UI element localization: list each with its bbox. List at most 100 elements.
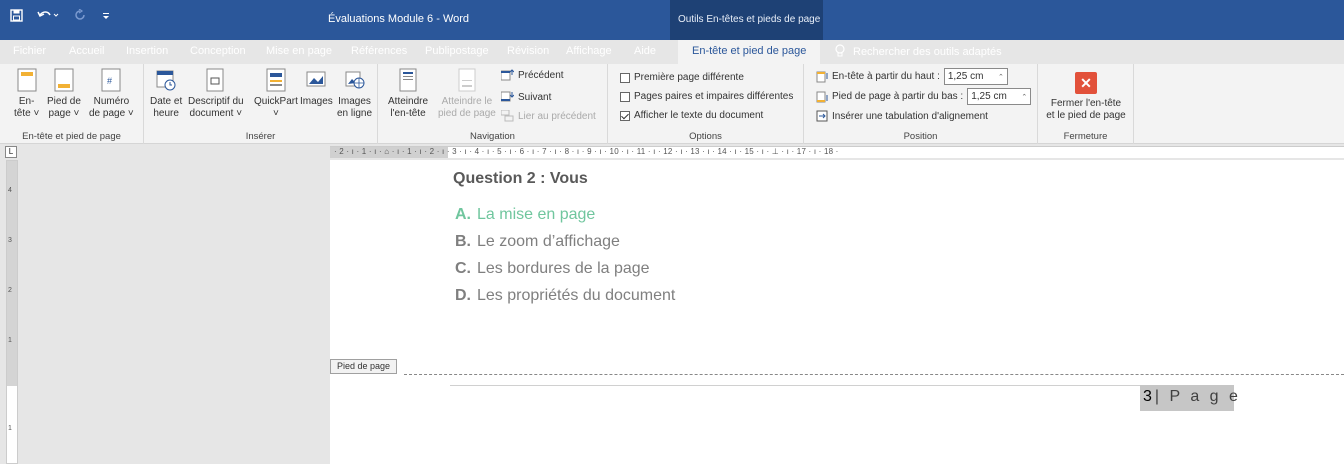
group-header-footer: En- tête ˅ Pied de page ˅ # Numéro de pa…: [0, 64, 144, 144]
online-images-button[interactable]: Images en ligne: [337, 68, 372, 120]
tab-conception[interactable]: Conception: [190, 45, 246, 57]
ribbon: En- tête ˅ Pied de page ˅ # Numéro de pa…: [0, 64, 1344, 144]
header-button[interactable]: En- tête ˅: [14, 68, 39, 120]
next-icon: [501, 91, 514, 102]
quickpart-icon: [266, 68, 286, 92]
tab-selector[interactable]: L: [5, 146, 17, 158]
insert-alignment-tab-button[interactable]: Insérer une tabulation d'alignement: [816, 110, 988, 122]
online-image-icon: [345, 71, 365, 89]
close-icon: ✕: [1075, 72, 1097, 94]
date-time-button[interactable]: Date et heure: [150, 68, 182, 120]
vruler-mark: 1: [8, 337, 12, 344]
redo-icon[interactable]: [73, 8, 87, 25]
contextual-title: Outils En-têtes et pieds de page: [678, 14, 821, 25]
tab-revision[interactable]: Révision: [507, 45, 549, 57]
tab-insertion[interactable]: Insertion: [126, 45, 168, 57]
different-odd-even-checkbox[interactable]: Pages paires et impaires différentes: [620, 91, 793, 102]
group-navigation: Atteindre l'en-tête Atteindre le pied de…: [378, 64, 608, 144]
quickpart-button[interactable]: QuickPart ˅: [254, 68, 298, 120]
group-label-close: Fermeture: [1063, 131, 1108, 142]
document-info-icon: [206, 68, 224, 92]
checkbox-odd-even[interactable]: [620, 91, 630, 102]
page-number-value: 3: [1143, 388, 1155, 405]
tab-aide[interactable]: Aide: [634, 45, 656, 57]
goto-header-button[interactable]: Atteindre l'en-tête: [388, 68, 428, 120]
header-position-icon: [816, 71, 828, 82]
alignment-tab-icon: [816, 110, 828, 122]
quick-access-toolbar: [10, 8, 111, 25]
question-title: Question 2 : Vous: [453, 170, 588, 187]
vertical-ruler-margin: [7, 161, 17, 386]
tab-fichier[interactable]: Fichier: [13, 45, 46, 57]
link-previous-button[interactable]: Lier au précédent: [501, 110, 596, 122]
vruler-mark: 1: [8, 425, 12, 432]
customize-icon[interactable]: [101, 9, 111, 25]
document-page[interactable]: Question 2 : Vous A. La mise en page B. Le…: [330, 160, 1344, 464]
group-label-insert: Insérer: [245, 131, 276, 142]
checkbox-show-text[interactable]: [620, 110, 630, 121]
previous-button[interactable]: Précédent: [501, 69, 564, 81]
next-button[interactable]: Suivant: [501, 91, 551, 103]
header-icon: [17, 68, 37, 92]
image-icon: [306, 71, 326, 87]
tab-publipostage[interactable]: Publipostage: [425, 45, 489, 57]
vruler-mark: 4: [8, 187, 12, 194]
group-close: ✕ Fermer l'en-tête et le pied de page Fe…: [1038, 64, 1134, 144]
list-item: A. La mise en page: [455, 206, 596, 223]
lightbulb-icon: [835, 44, 845, 60]
group-insert: Date et heure Descriptif du document ˅ Q…: [144, 64, 378, 144]
list-item: D. Les propriétés du document: [455, 287, 676, 304]
list-item: B. Le zoom d’affichage: [455, 233, 620, 250]
spinner-arrows-icon[interactable]: ⌃: [1021, 93, 1027, 101]
footer-top-border: [450, 385, 1230, 386]
footer-boundary: [404, 374, 1344, 375]
group-options: Première page différente Pages paires et…: [608, 64, 804, 144]
svg-text:#: #: [107, 76, 112, 86]
document-title: Évaluations Module 6 - Word: [328, 13, 470, 25]
checkbox-different-first[interactable]: [620, 72, 630, 83]
tab-accueil[interactable]: Accueil: [69, 45, 104, 57]
tab-entete-pied-de-page[interactable]: En-tête et pied de page: [678, 40, 821, 64]
tell-me-search[interactable]: Rechercher des outils adaptés: [835, 44, 1002, 60]
different-first-page-checkbox[interactable]: Première page différente: [620, 72, 744, 83]
close-header-footer-button[interactable]: ✕ Fermer l'en-tête et le pied de page: [1046, 72, 1126, 122]
footer-position-icon: [816, 91, 828, 102]
tab-affichage[interactable]: Affichage: [566, 45, 612, 57]
ruler-marks: · 2 · ı · 1 · ı · ⌂ · ı · 1 · ı · 2 · ı …: [334, 147, 839, 156]
goto-header-icon: [399, 68, 417, 92]
footer-button[interactable]: Pied de page ˅: [47, 68, 81, 120]
page-number-button[interactable]: # Numéro de page ˅: [89, 68, 134, 120]
page-number-label: | P a g e: [1154, 388, 1241, 405]
footer-icon: [54, 68, 74, 92]
group-label-options: Options: [689, 131, 722, 142]
show-document-text-checkbox[interactable]: Afficher le texte du document: [620, 110, 763, 121]
header-position-spinner[interactable]: 1,25 cm ⌃: [943, 68, 1008, 85]
images-button[interactable]: Images: [300, 68, 333, 108]
vertical-ruler[interactable]: 4 3 2 1 1: [6, 160, 18, 464]
undo-icon[interactable]: [37, 9, 59, 25]
horizontal-ruler[interactable]: · 2 · ı · 1 · ı · ⌂ · ı · 1 · ı · 2 · ı …: [330, 146, 1344, 158]
footer-position-spinner[interactable]: 1,25 cm ⌃: [967, 88, 1032, 105]
goto-footer-button[interactable]: Atteindre le pied de page: [438, 68, 496, 120]
vruler-mark: 3: [8, 237, 12, 244]
ruler-row: L · 2 · ı · 1 · ı · ⌂ · ı · 1 · ı · 2 · …: [0, 144, 1344, 160]
header-from-top-row: En-tête à partir du haut : 1,25 cm ⌃: [816, 68, 1008, 85]
page-number-icon: #: [101, 68, 121, 92]
page-number-field[interactable]: 3| P a g e: [1140, 385, 1238, 411]
save-icon[interactable]: [10, 9, 23, 25]
tell-me-label: Rechercher des outils adaptés: [853, 46, 1002, 58]
ribbon-tabs: Fichier Accueil Insertion Conception Mis…: [0, 40, 1344, 64]
document-info-button[interactable]: Descriptif du document ˅: [188, 68, 244, 120]
tab-references[interactable]: Références: [351, 45, 407, 57]
spinner-arrows-icon[interactable]: ⌃: [998, 73, 1004, 81]
group-position: En-tête à partir du haut : 1,25 cm ⌃ Pied…: [804, 64, 1038, 144]
calendar-icon: [156, 70, 176, 91]
footer-from-bottom-row: Pied de page à partir du bas : 1,25 cm ⌃: [816, 88, 1032, 105]
answer-list: A. La mise en page B. Le zoom d’affichage …: [455, 206, 675, 314]
tab-mise-en-page[interactable]: Mise en page: [266, 45, 332, 57]
group-label-header-footer: En-tête et pied de page: [22, 131, 121, 142]
group-label-navigation: Navigation: [470, 131, 515, 142]
link-icon: [501, 110, 514, 122]
previous-icon: [501, 69, 514, 81]
footer-tag: Pied de page: [330, 359, 398, 374]
